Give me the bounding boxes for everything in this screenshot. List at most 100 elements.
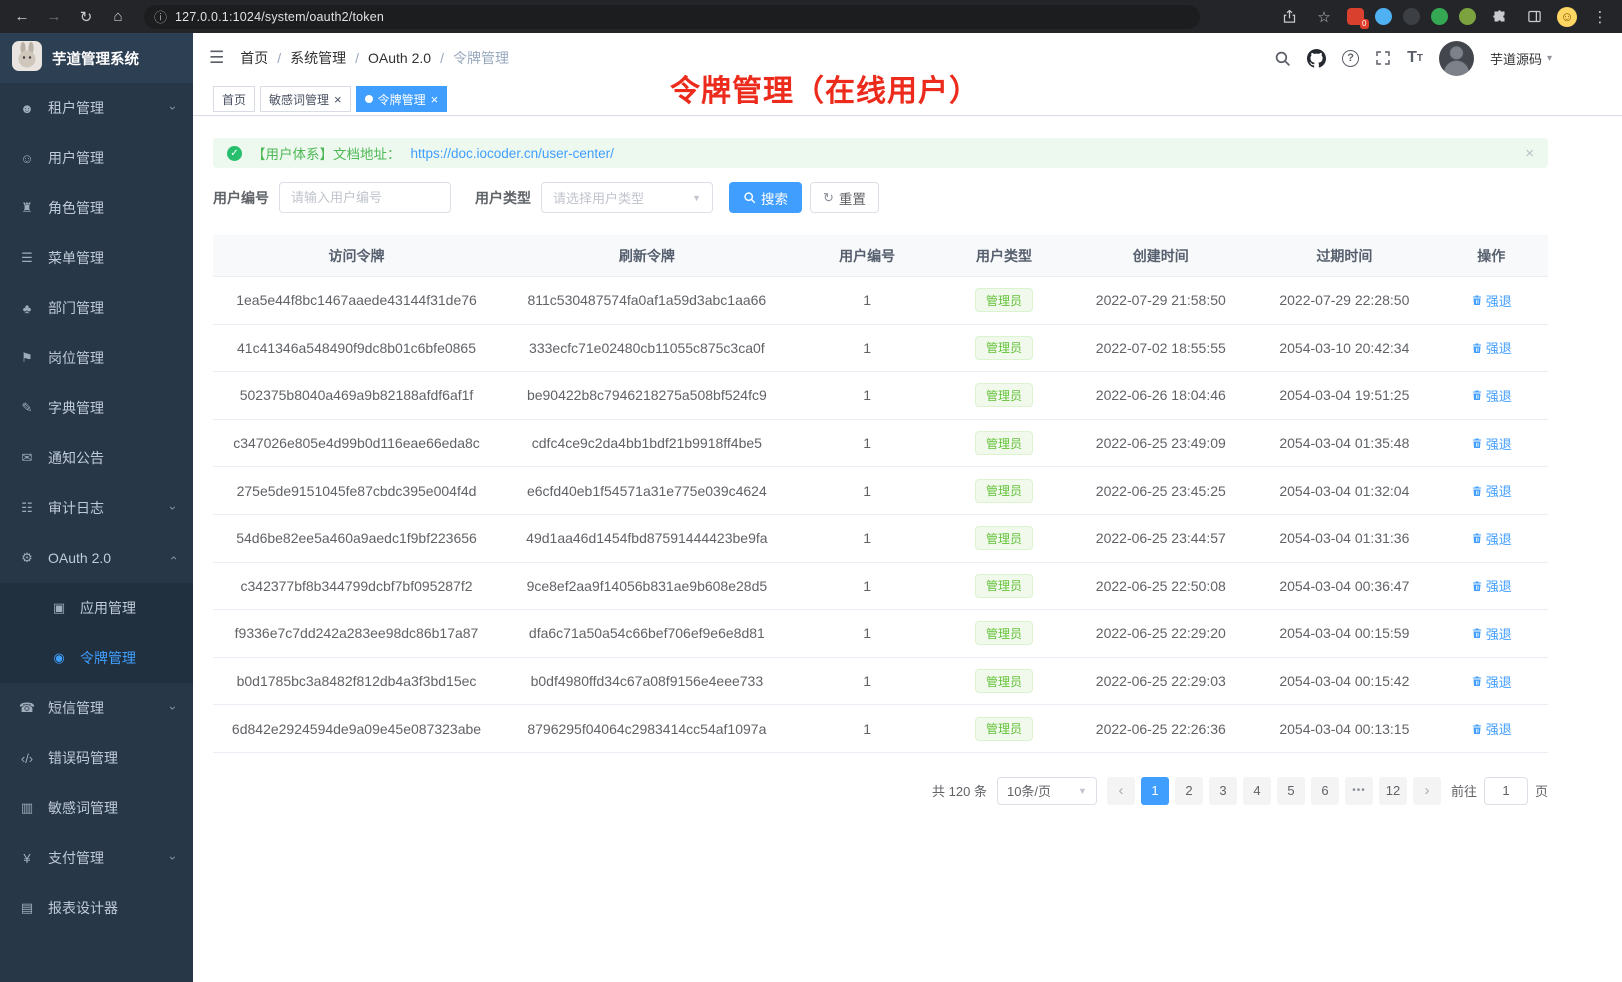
browser-profile-avatar[interactable]: ☺ [1557, 7, 1577, 27]
navbar: ☰ 首页/系统管理/OAuth 2.0/令牌管理 ? TT [193, 33, 1622, 83]
logo[interactable]: 芋道管理系统 [0, 33, 193, 83]
home-icon[interactable]: ⌂ [106, 5, 130, 29]
back-icon[interactable]: ← [10, 5, 34, 29]
screen: ← → ↻ ⌂ ⓘ 127.0.0.1:1024/system/oauth2/t… [0, 0, 1622, 982]
sidebar-item-label: 应用管理 [80, 598, 136, 618]
next-page-button[interactable]: › [1413, 777, 1441, 805]
page-ellipsis[interactable]: ••• [1345, 777, 1373, 805]
sidebar-item-label: 审计日志 [48, 498, 104, 518]
sidebar-item-role[interactable]: ♜ 角色管理 [0, 183, 193, 233]
user-id-cell: 1 [794, 435, 941, 451]
sidebar-item-user[interactable]: ☺ 用户管理 [0, 133, 193, 183]
force-logout-button[interactable]: 强退 [1471, 338, 1512, 357]
fullscreen-icon[interactable] [1375, 50, 1391, 66]
share-icon[interactable] [1277, 5, 1301, 29]
user-avatar[interactable] [1439, 41, 1474, 76]
extension-badge: 0 [1360, 19, 1369, 29]
force-logout-button[interactable]: 强退 [1471, 576, 1512, 595]
user-id-input[interactable] [279, 182, 451, 213]
user-id-cell: 1 [794, 483, 941, 499]
user-menu[interactable]: 芋道源码 ▾ [1490, 49, 1552, 68]
sidebar-item-sensitive-word[interactable]: ▥ 敏感词管理 [0, 783, 193, 833]
sidebar-item-report[interactable]: ▤ 报表设计器 [0, 883, 193, 933]
sidebar-item-notice[interactable]: ✉ 通知公告 [0, 433, 193, 483]
doc-link[interactable]: https://doc.iocoder.cn/user-center/ [411, 146, 614, 161]
extension-blue-icon[interactable] [1375, 8, 1392, 25]
force-logout-button[interactable]: 强退 [1471, 291, 1512, 310]
forward-icon[interactable]: → [42, 5, 66, 29]
access-token-cell: 1ea5e44f8bc1467aaede43144f31de76 [213, 292, 500, 308]
goto-page: 前往 页 [1451, 777, 1548, 805]
extension-green-icon[interactable] [1431, 8, 1448, 25]
page-button-3[interactable]: 3 [1209, 777, 1237, 805]
expire-time-cell: 2054-03-04 01:35:48 [1254, 435, 1434, 451]
tab-敏感词管理[interactable]: 敏感词管理 × [260, 86, 351, 112]
column-header: 刷新令牌 [500, 246, 794, 266]
extensions-puzzle-icon[interactable] [1487, 5, 1511, 29]
url-bar[interactable]: ⓘ 127.0.0.1:1024/system/oauth2/token [144, 5, 1200, 29]
force-logout-button[interactable]: 强退 [1471, 386, 1512, 405]
help-icon[interactable]: ? [1342, 50, 1359, 67]
sidebar-item-tenant[interactable]: ☻ 租户管理 › [0, 83, 193, 133]
sidebar-item-dict[interactable]: ✎ 字典管理 [0, 383, 193, 433]
page-button-2[interactable]: 2 [1175, 777, 1203, 805]
force-logout-button[interactable]: 强退 [1471, 481, 1512, 500]
breadcrumb-item[interactable]: 首页 [240, 48, 268, 68]
tab-首页[interactable]: 首页 [213, 86, 255, 112]
delete-icon [1471, 532, 1483, 544]
goto-page-input[interactable] [1484, 777, 1528, 805]
force-logout-button[interactable]: 强退 [1471, 719, 1512, 738]
tab-close-icon[interactable]: × [431, 93, 439, 106]
notice-icon: ✉ [18, 450, 36, 466]
force-logout-button[interactable]: 强退 [1471, 672, 1512, 691]
split-view-icon[interactable] [1522, 5, 1546, 29]
user-type-select[interactable]: 请选择用户类型 ▼ [541, 182, 713, 213]
sidebar-item-audit-log[interactable]: ☷ 审计日志 › [0, 483, 193, 533]
breadcrumb-item[interactable]: 系统管理 [290, 48, 346, 68]
site-info-icon[interactable]: ⓘ [154, 7, 167, 26]
sidebar-item-oauth2-app[interactable]: ▣ 应用管理 [0, 583, 193, 633]
alert-close-icon[interactable]: × [1525, 145, 1534, 162]
access-token-cell: 6d842e2924594de9a09e45e087323abe [213, 721, 500, 737]
tab-close-icon[interactable]: × [334, 93, 342, 106]
extension-dark-icon[interactable] [1403, 8, 1420, 25]
goto-suffix: 页 [1535, 781, 1548, 800]
prev-page-button[interactable]: ‹ [1107, 777, 1135, 805]
browser-menu-icon[interactable]: ⋮ [1588, 5, 1612, 29]
sidebar-item-sms[interactable]: ☎ 短信管理 › [0, 683, 193, 733]
sidebar-item-dept[interactable]: ♣ 部门管理 [0, 283, 193, 333]
extension-olive-icon[interactable] [1459, 8, 1476, 25]
sidebar-item-label: OAuth 2.0 [48, 550, 111, 566]
extension-red-icon[interactable]: 0 [1347, 8, 1364, 25]
sidebar-item-label: 字典管理 [48, 398, 104, 418]
page-size-select[interactable]: 10条/页 ▼ [997, 777, 1097, 805]
github-icon[interactable] [1307, 49, 1326, 68]
token-table: 访问令牌刷新令牌用户编号用户类型创建时间过期时间操作 1ea5e44f8bc14… [213, 235, 1548, 753]
force-logout-button[interactable]: 强退 [1471, 624, 1512, 643]
search-icon[interactable] [1274, 50, 1291, 67]
action-cell: 强退 [1434, 291, 1547, 310]
sidebar-item-post[interactable]: ⚑ 岗位管理 [0, 333, 193, 383]
force-logout-button[interactable]: 强退 [1471, 529, 1512, 548]
page-button-1[interactable]: 1 [1141, 777, 1169, 805]
bookmark-star-icon[interactable]: ☆ [1312, 5, 1336, 29]
user-type-badge: 管理员 [975, 621, 1033, 645]
sidebar-item-oauth2[interactable]: ⚙ OAuth 2.0 › [0, 533, 193, 583]
sidebar-item-pay[interactable]: ¥ 支付管理 › [0, 833, 193, 883]
hamburger-icon[interactable]: ☰ [209, 48, 224, 68]
font-size-icon[interactable]: TT [1407, 49, 1423, 67]
error-code-icon: ‹/› [18, 751, 36, 766]
page-button-12[interactable]: 12 [1379, 777, 1407, 805]
force-logout-button[interactable]: 强退 [1471, 434, 1512, 453]
sidebar-item-menu[interactable]: ☰ 菜单管理 [0, 233, 193, 283]
page-button-4[interactable]: 4 [1243, 777, 1271, 805]
reload-icon[interactable]: ↻ [74, 5, 98, 29]
search-button[interactable]: 搜索 [729, 182, 802, 213]
breadcrumb-item[interactable]: OAuth 2.0 [368, 50, 431, 66]
tab-令牌管理[interactable]: 令牌管理 × [356, 86, 448, 112]
page-button-5[interactable]: 5 [1277, 777, 1305, 805]
sidebar-item-error-code[interactable]: ‹/› 错误码管理 [0, 733, 193, 783]
reset-button[interactable]: ↻ 重置 [810, 182, 879, 213]
sidebar-item-oauth2-token[interactable]: ◉ 令牌管理 [0, 633, 193, 683]
page-button-6[interactable]: 6 [1311, 777, 1339, 805]
